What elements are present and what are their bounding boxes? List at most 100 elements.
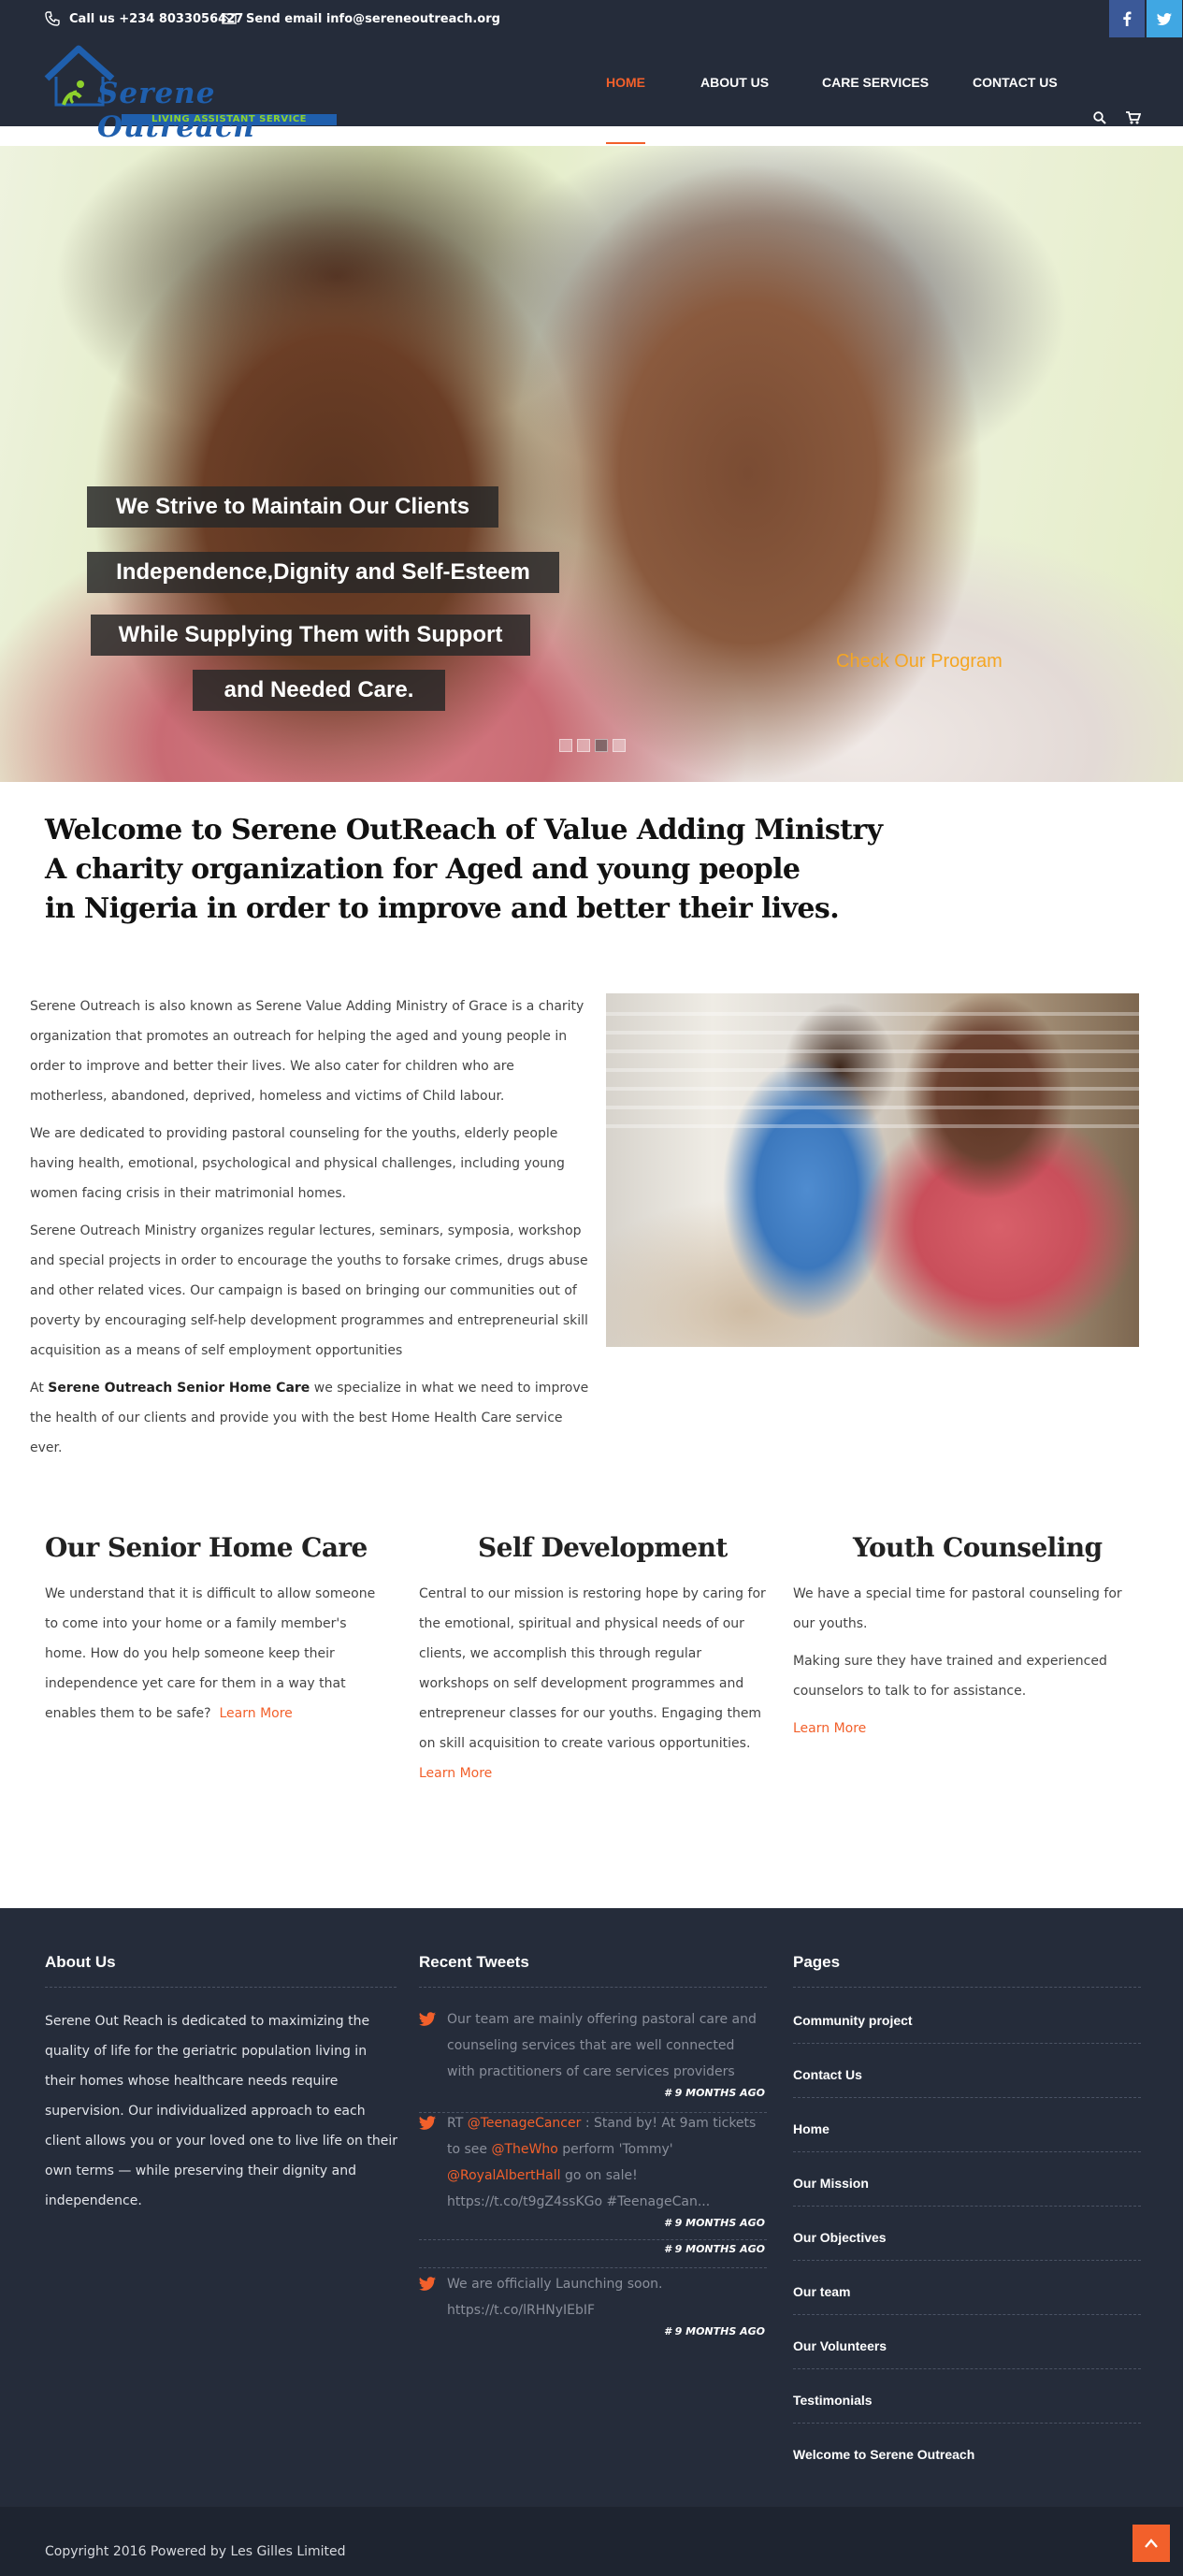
site-logo[interactable]: Serene Outreach LIVING ASSISTANT SERVICE xyxy=(43,43,337,144)
welcome-line-2: A charity organization for Aged and youn… xyxy=(45,853,801,886)
tweet-text: RT @TeenageCancer : Stand by! At 9am tic… xyxy=(447,2110,765,2215)
slider-dots xyxy=(559,739,626,752)
tweet-time-row: # 9 MONTHS AGO xyxy=(419,2241,765,2255)
email-contact[interactable]: Send email info@sereneoutreach.org xyxy=(222,0,500,37)
divider xyxy=(793,2043,1141,2044)
tweet-fragment: perform 'Tommy' xyxy=(557,2142,673,2157)
footer-about-heading: About Us xyxy=(45,1953,116,1971)
divider xyxy=(793,1987,1141,1988)
email-icon xyxy=(222,13,237,24)
slider-dot[interactable] xyxy=(613,739,626,752)
tweet-mention[interactable]: @TheWho xyxy=(491,2142,557,2157)
tweet-time: # 9 MONTHS AGO xyxy=(664,2325,765,2337)
welcome-line-3: in Nigeria in order to improve and bette… xyxy=(45,892,840,925)
phone-icon xyxy=(45,11,60,26)
tweet-time: # 9 MONTHS AGO xyxy=(664,2243,765,2255)
logo-name: Serene Outreach xyxy=(97,77,256,144)
divider xyxy=(793,2423,1141,2424)
divider xyxy=(419,2267,767,2268)
slider-dot[interactable] xyxy=(577,739,590,752)
top-bar: Call us +234 8033056427 Send email info@… xyxy=(0,0,1183,37)
divider xyxy=(419,1987,767,1988)
page-link-our-volunteers[interactable]: Our Volunteers xyxy=(793,2338,887,2353)
arrow-up-icon xyxy=(1145,2539,1158,2548)
tweet-mention[interactable]: @RoyalAlbertHall xyxy=(447,2168,561,2183)
intro-paragraph: We are dedicated to providing pastoral c… xyxy=(30,1126,565,1201)
service-title-self-development: Self Development xyxy=(478,1532,728,1563)
page-link-our-objectives[interactable]: Our Objectives xyxy=(793,2230,887,2245)
nurse-patient-photo xyxy=(606,993,1139,1347)
slider-dot-active[interactable] xyxy=(595,739,608,752)
hero-line-4: and Needed Care. xyxy=(193,670,445,711)
check-program-link[interactable]: Check Our Program xyxy=(836,651,1003,673)
twitter-bird-icon xyxy=(419,2277,436,2291)
twitter-icon xyxy=(1157,12,1172,25)
footer-pages-heading: Pages xyxy=(793,1953,841,1971)
phone-contact[interactable]: Call us +234 8033056427 xyxy=(45,0,243,37)
intro-paragraph: Serene Outreach Ministry organizes regul… xyxy=(30,1223,588,1358)
email-label: Send email info@sereneoutreach.org xyxy=(246,11,500,26)
service-description: Central to our mission is restoring hope… xyxy=(419,1586,766,1751)
slider-dot[interactable] xyxy=(559,739,572,752)
service-title-youth-counseling: Youth Counseling xyxy=(853,1532,1103,1563)
logo-tagline: LIVING ASSISTANT SERVICE xyxy=(122,114,337,125)
twitter-button[interactable] xyxy=(1147,0,1182,37)
divider xyxy=(45,1987,397,1988)
hero-line-1: We Strive to Maintain Our Clients xyxy=(87,486,498,528)
page-link-welcome[interactable]: Welcome to Serene Outreach xyxy=(793,2447,974,2462)
hero-line-2: Independence,Dignity and Self-Esteem xyxy=(87,552,559,593)
tweet-time: # 9 MONTHS AGO xyxy=(664,2217,765,2229)
tweet-item: RT @TeenageCancer : Stand by! At 9am tic… xyxy=(419,2110,765,2229)
search-icon[interactable] xyxy=(1093,111,1106,124)
facebook-button[interactable] xyxy=(1109,0,1145,37)
intro-paragraph: At Serene Outreach Senior Home Care we s… xyxy=(30,1373,591,1463)
learn-more-link[interactable]: Learn More xyxy=(419,1766,492,1781)
hero-line-3: While Supplying Them with Support xyxy=(91,615,530,656)
welcome-line-1: Welcome to Serene OutReach of Value Addi… xyxy=(45,814,883,847)
intro-p4-bold: Serene Outreach Senior Home Care xyxy=(48,1381,310,1396)
tweet-text: We are officially Launching soon. https:… xyxy=(447,2277,663,2318)
page-link-testimonials[interactable]: Testimonials xyxy=(793,2393,873,2408)
service-description: We understand that it is difficult to al… xyxy=(45,1586,376,1721)
tweet-item: Our team are mainly offering pastoral ca… xyxy=(419,2006,765,2099)
intro-paragraph: Serene Outreach is also known as Serene … xyxy=(30,999,584,1104)
learn-more-link[interactable]: Learn More xyxy=(793,1714,1144,1744)
service-description: Making sure they have trained and experi… xyxy=(793,1654,1107,1699)
cart-icon[interactable] xyxy=(1126,111,1141,124)
twitter-bird-icon xyxy=(419,2116,436,2130)
phone-label: Call us +234 8033056427 xyxy=(69,11,244,26)
intro-text: Serene Outreach is also known as Serene … xyxy=(30,991,591,1470)
page-link-our-team[interactable]: Our team xyxy=(793,2284,850,2299)
copyright-bar xyxy=(0,2507,1183,2576)
service-description: We have a special time for pastoral coun… xyxy=(793,1586,1122,1631)
divider xyxy=(793,2206,1141,2207)
divider xyxy=(793,2368,1141,2369)
tweet-time: # 9 MONTHS AGO xyxy=(664,2087,765,2099)
hero-slider[interactable]: We Strive to Maintain Our Clients Indepe… xyxy=(0,146,1183,782)
tweet-mention[interactable]: @TeenageCancer xyxy=(468,2116,582,2131)
copyright-text: Copyright 2016 Powered by Les Gilles Lim… xyxy=(45,2544,346,2559)
divider xyxy=(793,2097,1141,2098)
tweet-item: We are officially Launching soon. https:… xyxy=(419,2271,765,2337)
page-link-contact-us[interactable]: Contact Us xyxy=(793,2067,862,2082)
footer-about-text: Serene Out Reach is dedicated to maximiz… xyxy=(45,2014,398,2208)
divider xyxy=(793,2260,1141,2261)
intro-p4-prefix: At xyxy=(30,1381,49,1396)
tweet-rt: RT xyxy=(447,2116,464,2131)
page-link-community-project[interactable]: Community project xyxy=(793,2013,913,2028)
divider xyxy=(793,2314,1141,2315)
service-text-youth-counseling: We have a special time for pastoral coun… xyxy=(793,1579,1144,1751)
page-link-home[interactable]: Home xyxy=(793,2121,830,2136)
service-text-self-development: Central to our mission is restoring hope… xyxy=(419,1579,771,1788)
main-navbar: Serene Outreach LIVING ASSISTANT SERVICE… xyxy=(0,37,1183,144)
welcome-heading: Welcome to Serene OutReach of Value Addi… xyxy=(45,811,887,929)
divider xyxy=(793,2151,1141,2152)
divider xyxy=(419,2239,767,2240)
service-text-senior-care: We understand that it is difficult to al… xyxy=(45,1579,391,1729)
service-title-senior-care: Our Senior Home Care xyxy=(45,1532,368,1563)
learn-more-link[interactable]: Learn More xyxy=(219,1706,292,1721)
tweet-text: Our team are mainly offering pastoral ca… xyxy=(447,2012,757,2079)
back-to-top-button[interactable] xyxy=(1133,2525,1170,2562)
footer-tweets-heading: Recent Tweets xyxy=(419,1953,529,1971)
page-link-our-mission[interactable]: Our Mission xyxy=(793,2176,869,2191)
